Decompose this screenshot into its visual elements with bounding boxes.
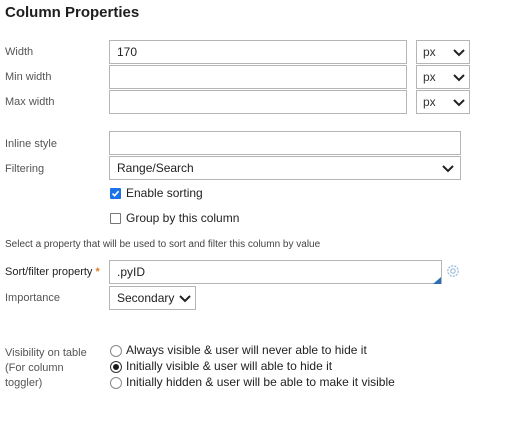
enable-sorting-label[interactable]: Enable sorting (126, 186, 203, 200)
group-by-label[interactable]: Group by this column (126, 211, 239, 225)
visibility-option-always[interactable]: Always visible & user will never able to… (126, 343, 367, 357)
max-width-input[interactable] (109, 90, 407, 114)
autocomplete-corner-icon (433, 277, 441, 284)
visibility-label-line2: (For column (5, 362, 64, 374)
visibility-radio-initially-hidden[interactable] (110, 377, 122, 389)
chevron-down-icon (453, 99, 465, 107)
chevron-down-icon (453, 74, 465, 82)
inline-style-input[interactable] (109, 131, 461, 155)
sort-filter-label-wrap: Sort/filter property * (5, 266, 100, 278)
visibility-radio-always[interactable] (110, 345, 122, 357)
group-by-checkbox[interactable] (110, 213, 121, 224)
panel-title: Column Properties (5, 4, 140, 21)
width-unit-select[interactable]: px (416, 40, 470, 64)
filtering-select[interactable]: Range/Search (109, 156, 461, 180)
visibility-label: Visibility on table (For column toggler) (5, 346, 87, 391)
chevron-down-icon (179, 295, 191, 303)
max-width-unit-value: px (423, 95, 436, 109)
importance-select[interactable]: Secondary (109, 286, 196, 310)
visibility-radio-initially-visible[interactable] (110, 361, 122, 373)
importance-value: Secondary (117, 291, 175, 305)
visibility-label-line1: Visibility on table (5, 347, 87, 359)
inline-style-label: Inline style (5, 138, 57, 150)
visibility-option-initially-hidden[interactable]: Initially hidden & user will be able to … (126, 375, 395, 389)
width-unit-value: px (423, 45, 436, 59)
sort-filter-hint: Select a property that will be used to s… (5, 239, 321, 250)
checkmark-icon (111, 190, 120, 197)
required-mark: * (95, 266, 100, 278)
width-label: Width (5, 46, 34, 58)
chevron-down-icon (442, 165, 454, 173)
min-width-label: Min width (5, 71, 52, 83)
min-width-unit-value: px (423, 70, 436, 84)
sort-filter-input[interactable]: .pyID (109, 260, 442, 284)
sort-filter-label: Sort/filter property (5, 266, 93, 278)
max-width-label: Max width (5, 96, 55, 108)
importance-label: Importance (5, 292, 61, 304)
visibility-option-initially-visible[interactable]: Initially visible & user will able to hi… (126, 359, 332, 373)
enable-sorting-checkbox[interactable] (110, 188, 121, 199)
chevron-down-icon (453, 49, 465, 57)
width-input[interactable]: 170 (109, 40, 407, 64)
gear-icon[interactable] (445, 263, 461, 279)
min-width-unit-select[interactable]: px (416, 65, 470, 89)
max-width-unit-select[interactable]: px (416, 90, 470, 114)
visibility-label-line3: toggler) (5, 377, 43, 389)
filtering-label: Filtering (5, 163, 45, 175)
min-width-input[interactable] (109, 65, 407, 89)
filtering-value: Range/Search (117, 161, 194, 175)
